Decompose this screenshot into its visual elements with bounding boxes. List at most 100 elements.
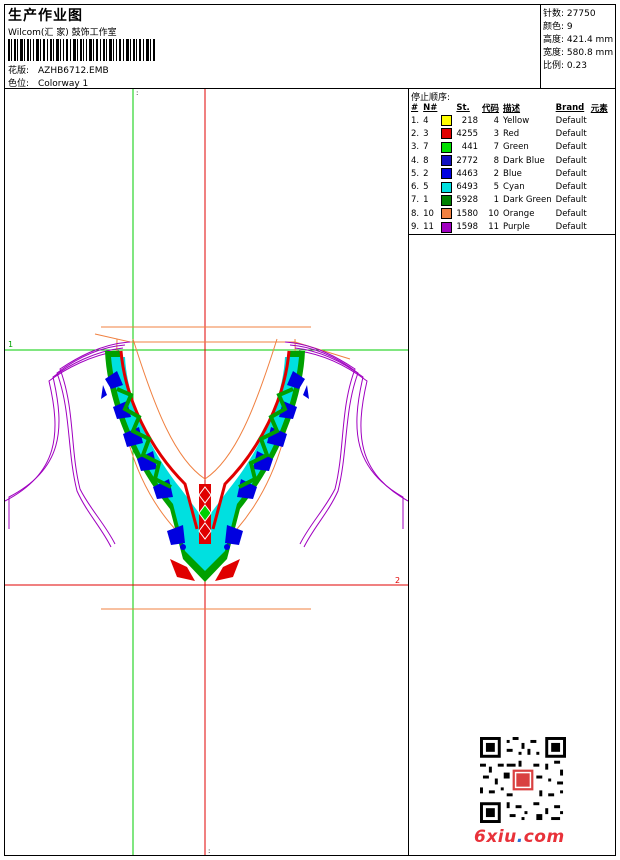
stat-value: 27750 <box>566 9 596 19</box>
bottom-tick-mark: : <box>208 847 210 855</box>
cell-element <box>589 114 610 127</box>
table-row[interactable]: 7. 1 5928 1 Dark Green Default <box>409 194 610 207</box>
cell-brand: Default <box>555 195 587 206</box>
stat-colors: 颜色: 9 <box>543 19 573 32</box>
cell-code: 5 <box>493 182 500 193</box>
stats-panel: 针数: 27750 颜色: 9 高度: 421.4 mm 宽度: 580.8 m… <box>540 4 617 88</box>
table-row[interactable]: 1. 4 218 4 Yellow Default <box>409 114 610 127</box>
cell-needle: 4 <box>423 115 429 126</box>
table-row[interactable]: 9. 11 1598 11 Purple Default <box>409 220 610 233</box>
cell-stitches: 1580 <box>456 208 479 219</box>
table-row[interactable]: 4. 8 2772 8 Dark Blue Default <box>409 154 610 167</box>
color-swatch <box>441 115 453 127</box>
cell-stitches: 1598 <box>456 222 479 233</box>
cell-stitches: 6493 <box>456 182 479 193</box>
cell-index: 1. <box>411 115 420 126</box>
cell-needle: 2 <box>423 168 429 179</box>
site-watermark: 6xiu.com <box>474 827 565 847</box>
col-index: # <box>411 102 419 113</box>
cell-element <box>589 180 610 193</box>
cell-swatch <box>439 127 454 140</box>
color-swatch <box>441 194 453 206</box>
color-swatch <box>441 181 453 193</box>
cell-stitches: 4463 <box>456 168 479 179</box>
cell-element <box>589 194 610 207</box>
col-stitches: St. <box>456 102 470 113</box>
cell-element <box>589 207 610 220</box>
cell-needle: 1 <box>423 195 429 206</box>
col-code: 代码 <box>482 103 500 114</box>
cell-stitches: 441 <box>461 142 479 153</box>
cell-needle: 5 <box>423 182 429 193</box>
color-swatch <box>441 155 453 167</box>
watermark-text-b: com <box>523 827 565 847</box>
cell-brand: Default <box>555 115 587 126</box>
cell-code: 10 <box>488 208 500 219</box>
design-value: AZHB6712.EMB <box>38 66 109 76</box>
design-name-line: 花版: AZHB6712.EMB <box>8 63 109 76</box>
table-row[interactable]: 2. 3 4255 3 Red Default <box>409 127 610 140</box>
cell-description: Blue <box>503 168 522 179</box>
cell-element <box>589 127 610 140</box>
cell-index: 5. <box>411 168 420 179</box>
cell-stitches: 5928 <box>456 195 479 206</box>
stat-label: 高度: <box>543 35 565 45</box>
stat-value: 580.8 mm <box>566 48 614 58</box>
top-tick-mark: : <box>136 89 138 97</box>
col-brand: Brand <box>555 102 585 113</box>
cell-index: 9. <box>411 222 420 233</box>
color-swatch <box>441 208 453 220</box>
cell-needle: 11 <box>423 222 434 233</box>
stat-value: 0.23 <box>566 61 587 71</box>
stat-width: 宽度: 580.8 mm <box>543 45 613 58</box>
cell-swatch <box>439 167 454 180</box>
stat-height: 高度: 421.4 mm <box>543 32 613 45</box>
cell-stitches: 218 <box>461 115 479 126</box>
design-label: 花版: <box>8 66 30 76</box>
cell-swatch <box>439 154 454 167</box>
cell-description: Yellow <box>503 115 530 126</box>
stat-label: 比例: <box>543 61 565 71</box>
cell-index: 3. <box>411 142 420 153</box>
cell-index: 6. <box>411 182 420 193</box>
cell-index: 4. <box>411 155 420 166</box>
cell-swatch <box>439 114 454 127</box>
cell-description: Cyan <box>503 182 525 193</box>
cell-swatch <box>439 194 454 207</box>
cell-brand: Default <box>555 128 587 139</box>
embroidery-canvas[interactable]: 1 2:: <box>5 89 408 855</box>
cell-element <box>589 220 610 233</box>
cell-code: 7 <box>493 142 500 153</box>
cell-brand: Default <box>555 168 587 179</box>
watermark-text-a: 6xiu <box>474 827 517 847</box>
cell-brand: Default <box>555 222 587 233</box>
table-row[interactable]: 6. 5 6493 5 Cyan Default <box>409 180 610 193</box>
table-row[interactable]: 3. 7 441 7 Green Default <box>409 141 610 154</box>
cell-needle: 8 <box>423 155 429 166</box>
cell-needle: 7 <box>423 142 429 153</box>
cell-brand: Default <box>555 155 587 166</box>
cell-code: 3 <box>493 128 500 139</box>
cell-description: Purple <box>503 222 530 233</box>
table-row[interactable]: 5. 2 4463 2 Blue Default <box>409 167 610 180</box>
studio-subtitle: Wilcom(汇 家) 鼓饰工作室 <box>8 28 117 38</box>
guide-label-2: 2 <box>395 576 400 585</box>
stat-label: 针数: <box>543 9 565 19</box>
stat-label: 颜色: <box>543 22 565 32</box>
cell-index: 7. <box>411 195 420 206</box>
cell-description: Red <box>503 128 520 139</box>
stat-label: 宽度: <box>543 48 565 58</box>
cell-swatch <box>439 220 454 233</box>
table-row[interactable]: 8. 10 1580 10 Orange Default <box>409 207 610 220</box>
col-swatch <box>439 101 454 114</box>
color-swatch <box>441 128 453 140</box>
cell-code: 8 <box>493 155 500 166</box>
stop-sequence-panel: 停止顺序: # N# St. 代码 描述 Brand 元素 1. 4 218 4 Yel… <box>409 89 615 235</box>
cell-brand: Default <box>555 182 587 193</box>
col-needle: N# <box>423 102 438 113</box>
cell-code: 2 <box>493 168 500 179</box>
qr-code-image[interactable] <box>480 737 566 823</box>
cell-description: Dark Blue <box>503 155 545 166</box>
cell-index: 2. <box>411 128 420 139</box>
stat-value: 421.4 mm <box>566 35 614 45</box>
